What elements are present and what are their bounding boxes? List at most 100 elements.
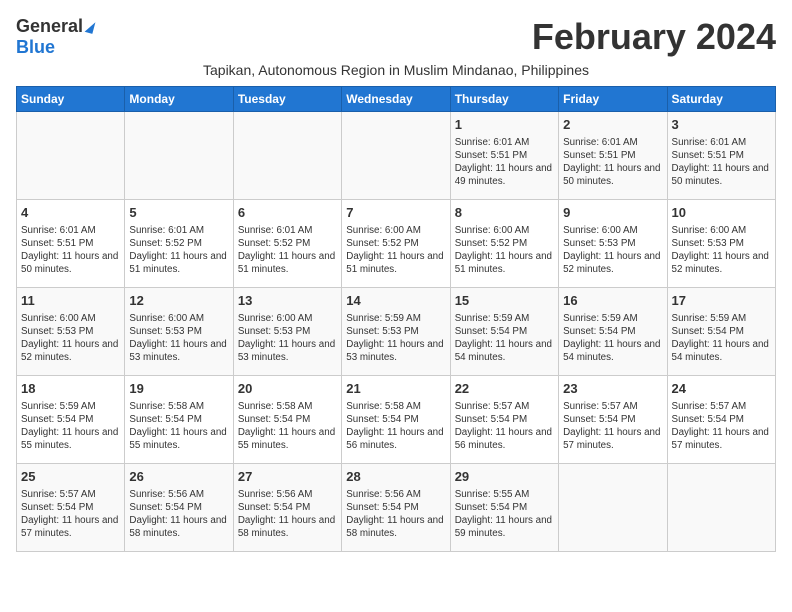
logo-general: General <box>16 16 83 37</box>
calendar-week-row: 4 Sunrise: 6:01 AM Sunset: 5:51 PM Daylig… <box>17 200 776 288</box>
day-number: 8 <box>455 204 554 222</box>
day-number: 5 <box>129 204 228 222</box>
calendar-cell: 6 Sunrise: 6:01 AM Sunset: 5:52 PM Daylig… <box>233 200 341 288</box>
day-number: 15 <box>455 292 554 310</box>
day-info: Sunrise: 5:57 AM Sunset: 5:54 PM Dayligh… <box>672 400 771 453</box>
calendar-cell: 22Sunrise: 5:57 AM Sunset: 5:54 PM Dayli… <box>450 376 558 464</box>
calendar-cell <box>667 464 775 552</box>
day-info: Sunrise: 6:01 AM Sunset: 5:51 PM Dayligh… <box>455 136 554 189</box>
column-header-monday: Monday <box>125 87 233 112</box>
day-info: Sunrise: 6:00 AM Sunset: 5:53 PM Dayligh… <box>672 224 771 277</box>
calendar-cell: 17Sunrise: 5:59 AM Sunset: 5:54 PM Dayli… <box>667 288 775 376</box>
calendar-cell <box>125 112 233 200</box>
month-title: February 2024 <box>532 16 776 58</box>
calendar-cell: 16Sunrise: 5:59 AM Sunset: 5:54 PM Dayli… <box>559 288 667 376</box>
calendar-cell: 12 Sunrise: 6:00 AM Sunset: 5:53 PM Dayli… <box>125 288 233 376</box>
calendar-cell: 23Sunrise: 5:57 AM Sunset: 5:54 PM Dayli… <box>559 376 667 464</box>
day-number: 25 <box>21 468 120 486</box>
calendar-cell: 5 Sunrise: 6:01 AM Sunset: 5:52 PM Daylig… <box>125 200 233 288</box>
calendar-cell <box>17 112 125 200</box>
calendar-cell: 15 Sunrise: 5:59 AM Sunset: 5:54 PM Dayli… <box>450 288 558 376</box>
calendar-cell: 21 Sunrise: 5:58 AM Sunset: 5:54 PM Dayli… <box>342 376 450 464</box>
calendar-subtitle: Tapikan, Autonomous Region in Muslim Min… <box>16 62 776 78</box>
logo-arrow-icon <box>85 20 96 34</box>
column-header-tuesday: Tuesday <box>233 87 341 112</box>
day-number: 18 <box>21 380 120 398</box>
calendar-cell: 29 Sunrise: 5:55 AM Sunset: 5:54 PM Dayli… <box>450 464 558 552</box>
calendar-cell: 18 Sunrise: 5:59 AM Sunset: 5:54 PM Dayli… <box>17 376 125 464</box>
day-number: 10 <box>672 204 771 222</box>
day-info: Sunrise: 5:59 AM Sunset: 5:54 PM Dayligh… <box>563 312 662 365</box>
day-number: 17 <box>672 292 771 310</box>
calendar-cell: 14Sunrise: 5:59 AM Sunset: 5:53 PM Dayli… <box>342 288 450 376</box>
day-info: Sunrise: 6:00 AM Sunset: 5:53 PM Dayligh… <box>129 312 228 365</box>
calendar-week-row: 18 Sunrise: 5:59 AM Sunset: 5:54 PM Dayli… <box>17 376 776 464</box>
day-number: 13 <box>238 292 337 310</box>
calendar-cell: 4 Sunrise: 6:01 AM Sunset: 5:51 PM Daylig… <box>17 200 125 288</box>
day-info: Sunrise: 6:00 AM Sunset: 5:53 PM Dayligh… <box>21 312 120 365</box>
calendar-cell: 20Sunrise: 5:58 AM Sunset: 5:54 PM Dayli… <box>233 376 341 464</box>
calendar-cell: 11 Sunrise: 6:00 AM Sunset: 5:53 PM Dayli… <box>17 288 125 376</box>
day-number: 9 <box>563 204 662 222</box>
day-info: Sunrise: 5:58 AM Sunset: 5:54 PM Dayligh… <box>129 400 228 453</box>
column-header-friday: Friday <box>559 87 667 112</box>
day-number: 22 <box>455 380 554 398</box>
day-number: 29 <box>455 468 554 486</box>
column-header-wednesday: Wednesday <box>342 87 450 112</box>
calendar-cell: 7 Sunrise: 6:00 AM Sunset: 5:52 PM Daylig… <box>342 200 450 288</box>
day-number: 11 <box>21 292 120 310</box>
column-header-thursday: Thursday <box>450 87 558 112</box>
calendar-cell: 8 Sunrise: 6:00 AM Sunset: 5:52 PM Daylig… <box>450 200 558 288</box>
day-info: Sunrise: 6:01 AM Sunset: 5:51 PM Dayligh… <box>672 136 771 189</box>
day-number: 21 <box>346 380 445 398</box>
calendar-cell: 19Sunrise: 5:58 AM Sunset: 5:54 PM Dayli… <box>125 376 233 464</box>
day-number: 14 <box>346 292 445 310</box>
calendar-week-row: 25 Sunrise: 5:57 AM Sunset: 5:54 PM Dayli… <box>17 464 776 552</box>
day-info: Sunrise: 6:01 AM Sunset: 5:51 PM Dayligh… <box>563 136 662 189</box>
logo: General Blue <box>16 16 94 58</box>
day-number: 7 <box>346 204 445 222</box>
calendar-cell: 25 Sunrise: 5:57 AM Sunset: 5:54 PM Dayli… <box>17 464 125 552</box>
day-info: Sunrise: 5:57 AM Sunset: 5:54 PM Dayligh… <box>563 400 662 453</box>
day-number: 27 <box>238 468 337 486</box>
day-info: Sunrise: 6:01 AM Sunset: 5:51 PM Dayligh… <box>21 224 120 277</box>
day-info: Sunrise: 6:00 AM Sunset: 5:53 PM Dayligh… <box>563 224 662 277</box>
day-number: 24 <box>672 380 771 398</box>
day-info: Sunrise: 6:00 AM Sunset: 5:52 PM Dayligh… <box>346 224 445 277</box>
calendar-header-row: SundayMondayTuesdayWednesdayThursdayFrid… <box>17 87 776 112</box>
calendar-cell: 26 Sunrise: 5:56 AM Sunset: 5:54 PM Dayli… <box>125 464 233 552</box>
calendar-cell: 27 Sunrise: 5:56 AM Sunset: 5:54 PM Dayli… <box>233 464 341 552</box>
calendar-cell: 3 Sunrise: 6:01 AM Sunset: 5:51 PM Daylig… <box>667 112 775 200</box>
column-header-saturday: Saturday <box>667 87 775 112</box>
page-header: General Blue February 2024 <box>16 16 776 58</box>
day-number: 28 <box>346 468 445 486</box>
day-number: 2 <box>563 116 662 134</box>
calendar-table: SundayMondayTuesdayWednesdayThursdayFrid… <box>16 86 776 552</box>
day-info: Sunrise: 5:55 AM Sunset: 5:54 PM Dayligh… <box>455 488 554 541</box>
day-info: Sunrise: 5:57 AM Sunset: 5:54 PM Dayligh… <box>21 488 120 541</box>
column-header-sunday: Sunday <box>17 87 125 112</box>
day-info: Sunrise: 6:01 AM Sunset: 5:52 PM Dayligh… <box>238 224 337 277</box>
day-info: Sunrise: 5:56 AM Sunset: 5:54 PM Dayligh… <box>346 488 445 541</box>
calendar-cell: 1 Sunrise: 6:01 AM Sunset: 5:51 PM Daylig… <box>450 112 558 200</box>
day-info: Sunrise: 6:01 AM Sunset: 5:52 PM Dayligh… <box>129 224 228 277</box>
day-info: Sunrise: 5:58 AM Sunset: 5:54 PM Dayligh… <box>346 400 445 453</box>
day-info: Sunrise: 6:00 AM Sunset: 5:52 PM Dayligh… <box>455 224 554 277</box>
day-number: 1 <box>455 116 554 134</box>
day-info: Sunrise: 6:00 AM Sunset: 5:53 PM Dayligh… <box>238 312 337 365</box>
calendar-week-row: 1 Sunrise: 6:01 AM Sunset: 5:51 PM Daylig… <box>17 112 776 200</box>
calendar-cell: 13 Sunrise: 6:00 AM Sunset: 5:53 PM Dayli… <box>233 288 341 376</box>
calendar-cell <box>559 464 667 552</box>
calendar-cell: 2 Sunrise: 6:01 AM Sunset: 5:51 PM Daylig… <box>559 112 667 200</box>
day-info: Sunrise: 5:56 AM Sunset: 5:54 PM Dayligh… <box>129 488 228 541</box>
day-number: 4 <box>21 204 120 222</box>
calendar-cell: 28 Sunrise: 5:56 AM Sunset: 5:54 PM Dayli… <box>342 464 450 552</box>
day-number: 26 <box>129 468 228 486</box>
day-number: 12 <box>129 292 228 310</box>
day-info: Sunrise: 5:59 AM Sunset: 5:54 PM Dayligh… <box>455 312 554 365</box>
day-info: Sunrise: 5:59 AM Sunset: 5:54 PM Dayligh… <box>21 400 120 453</box>
day-number: 6 <box>238 204 337 222</box>
day-number: 3 <box>672 116 771 134</box>
day-info: Sunrise: 5:56 AM Sunset: 5:54 PM Dayligh… <box>238 488 337 541</box>
calendar-cell: 9 Sunrise: 6:00 AM Sunset: 5:53 PM Daylig… <box>559 200 667 288</box>
